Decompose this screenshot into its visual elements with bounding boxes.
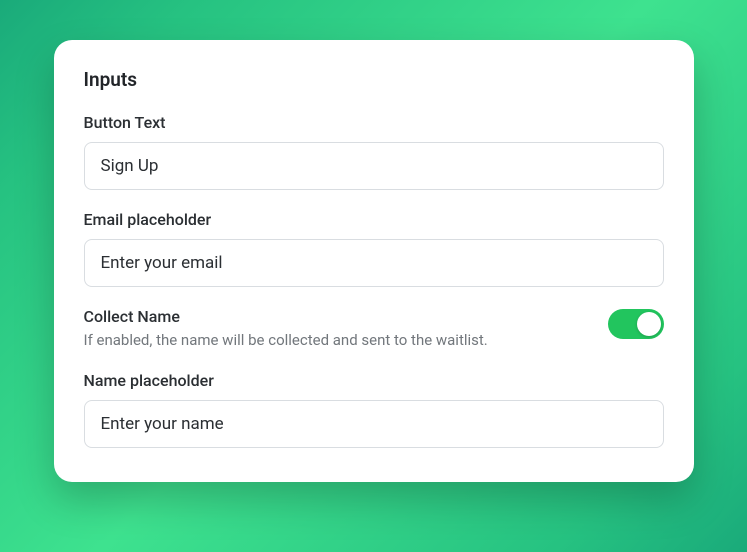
button-text-group: Button Text bbox=[84, 113, 664, 190]
inputs-card: Inputs Button Text Email placeholder Col… bbox=[54, 40, 694, 482]
button-text-label: Button Text bbox=[84, 113, 664, 132]
collect-name-toggle[interactable] bbox=[608, 309, 664, 339]
collect-name-description: If enabled, the name will be collected a… bbox=[84, 330, 588, 351]
email-placeholder-input[interactable] bbox=[84, 239, 664, 287]
collect-name-row: Collect Name If enabled, the name will b… bbox=[84, 307, 664, 351]
email-placeholder-label: Email placeholder bbox=[84, 210, 664, 229]
collect-name-label: Collect Name bbox=[84, 307, 588, 326]
name-placeholder-group: Name placeholder bbox=[84, 371, 664, 448]
collect-name-text: Collect Name If enabled, the name will b… bbox=[84, 307, 588, 351]
name-placeholder-input[interactable] bbox=[84, 400, 664, 448]
toggle-knob bbox=[637, 312, 661, 336]
section-title: Inputs bbox=[84, 68, 664, 91]
button-text-input[interactable] bbox=[84, 142, 664, 190]
name-placeholder-label: Name placeholder bbox=[84, 371, 664, 390]
email-placeholder-group: Email placeholder bbox=[84, 210, 664, 287]
